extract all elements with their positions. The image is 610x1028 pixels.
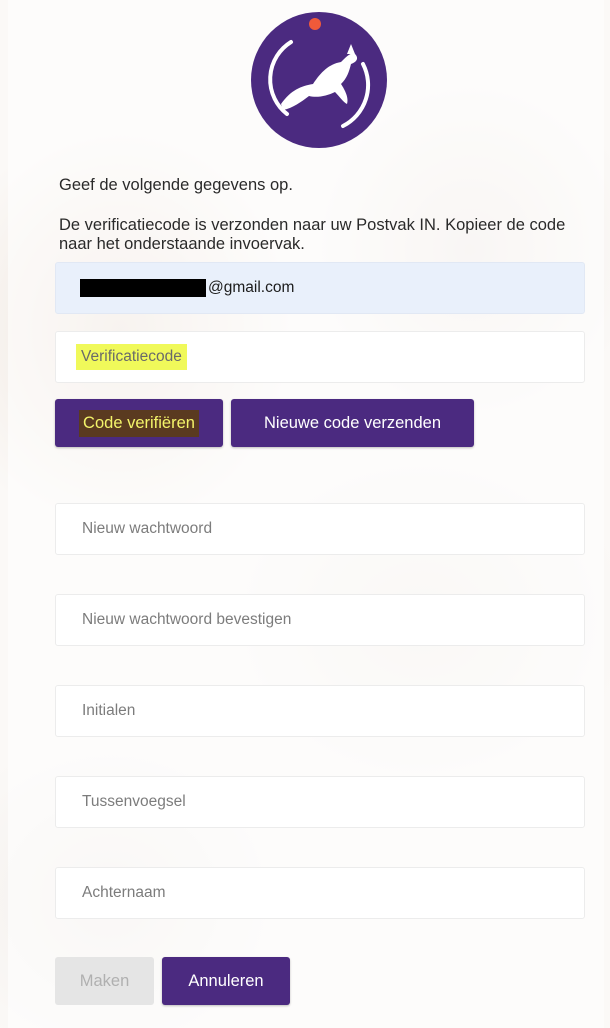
email-domain: @gmail.com [208, 279, 295, 296]
last-name-input[interactable]: Achternaam [55, 867, 585, 919]
new-password-placeholder: Nieuw wachtwoord [82, 520, 213, 537]
confirm-password-placeholder: Nieuw wachtwoord bevestigen [82, 611, 292, 628]
verify-code-button[interactable]: Code verifiëren [55, 399, 223, 447]
verify-code-label: Code verifiëren [79, 409, 199, 437]
initials-input[interactable]: Initialen [55, 685, 585, 737]
verification-code-input[interactable]: Verificatiecode [55, 331, 585, 383]
infix-placeholder: Tussenvoegsel [82, 793, 186, 810]
confirm-password-input[interactable]: Nieuw wachtwoord bevestigen [55, 594, 585, 646]
create-button[interactable]: Maken [55, 957, 154, 1005]
initials-placeholder: Initialen [82, 702, 136, 719]
infix-input[interactable]: Tussenvoegsel [55, 776, 585, 828]
last-name-placeholder: Achternaam [82, 884, 166, 901]
resend-code-button[interactable]: Nieuwe code verzenden [231, 399, 474, 447]
redacted-email-part [80, 279, 206, 297]
cancel-button[interactable]: Annuleren [162, 957, 290, 1005]
intro-text: Geef de volgende gegevens op. [59, 176, 293, 194]
new-password-input[interactable]: Nieuw wachtwoord [55, 503, 585, 555]
email-field[interactable]: @gmail.com [55, 262, 585, 314]
verification-code-placeholder: Verificatiecode [76, 344, 187, 370]
dog-logo-icon [251, 12, 387, 148]
verification-note: De verificatiecode is verzonden naar uw … [59, 216, 566, 253]
